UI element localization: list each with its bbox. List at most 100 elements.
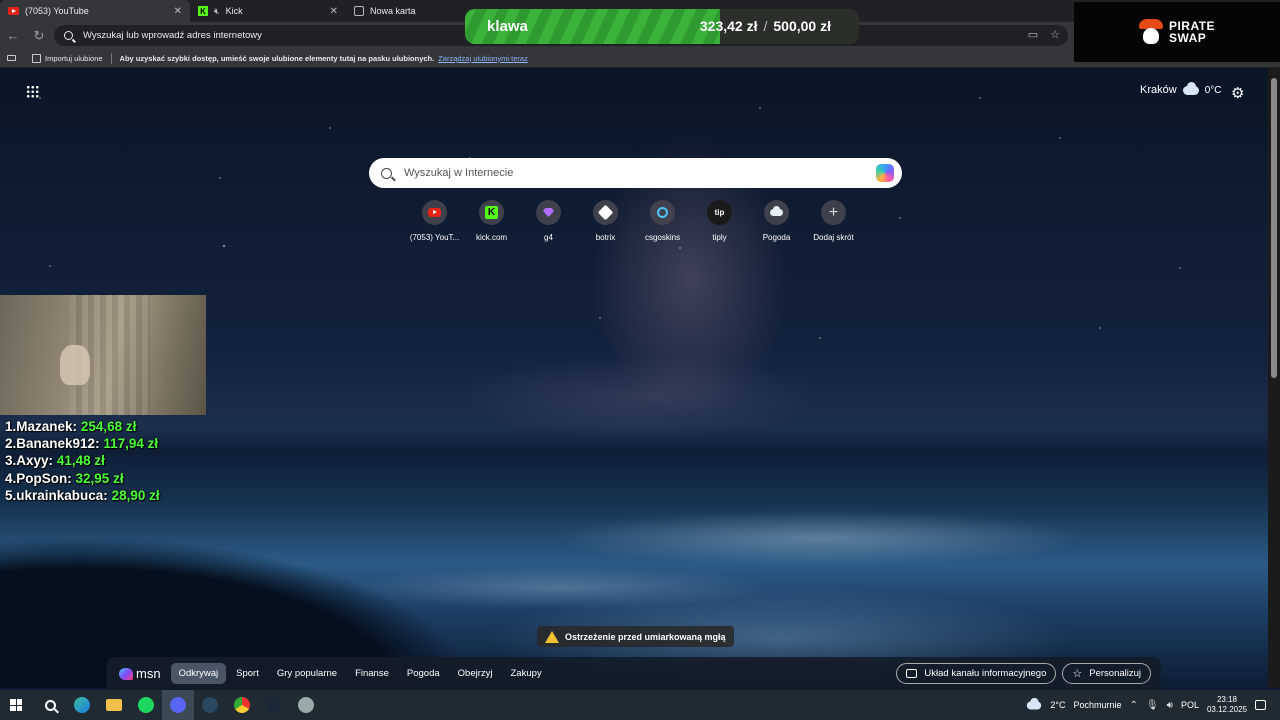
donor-amount: 41,48 zł [56, 453, 105, 469]
chrome-like-icon[interactable] [226, 690, 258, 720]
scrollbar[interactable] [1268, 68, 1280, 688]
app-icon[interactable] [290, 690, 322, 720]
sparkle-icon: ☆ [1072, 668, 1083, 680]
shortcut-g4[interactable]: g4 [520, 200, 577, 242]
apps-grid-icon[interactable] [26, 85, 39, 98]
msn-tab-pogoda[interactable]: Pogoda [399, 663, 448, 684]
msn-tab-obejrzyj[interactable]: Obejrzyj [450, 663, 501, 684]
donor-amount: 28,90 zł [111, 487, 160, 503]
weather-cloud-icon [1027, 697, 1042, 710]
start-button[interactable] [10, 699, 22, 711]
shortcuts-row: (7053) YouT... K kick.com g4 botrix csgo… [406, 200, 862, 242]
import-label: Importuj ulubione [45, 53, 103, 63]
kick-icon: K [198, 6, 208, 16]
copilot-icon[interactable] [876, 164, 894, 182]
shortcut-tile [650, 200, 675, 225]
feed-layout-button[interactable]: Układ kanału informacyjnego [896, 663, 1057, 684]
mute-icon[interactable]: 🔇︎ [214, 6, 220, 17]
system-tray: 2°C Pochmurnie ⌃ 🎙︎ 🔊︎ POL 23:18 03.12.2… [1026, 690, 1280, 720]
shortcut-tile [536, 200, 561, 225]
clock[interactable]: 23:18 03.12.2025 [1207, 695, 1247, 715]
rank: 5. [5, 487, 17, 503]
shortcut-kick[interactable]: K kick.com [463, 200, 520, 242]
plus-icon: + [828, 203, 839, 221]
taskbar-condition[interactable]: Pochmurnie [1074, 700, 1122, 710]
youtube-icon [8, 7, 19, 15]
favorite-star-icon[interactable]: ☆ [1050, 28, 1060, 41]
import-favorites-button[interactable]: Importuj ulubione [32, 53, 103, 63]
donation-current: 323,42 zł [699, 18, 758, 34]
discord-app-icon[interactable] [162, 690, 194, 720]
donor-amount: 254,68 zł [80, 419, 137, 434]
shortcut-botrix[interactable]: botrix [577, 200, 634, 242]
personalize-button[interactable]: ☆ Personalizuj [1062, 663, 1151, 684]
donor-name: Bananek912: [16, 436, 100, 452]
tab-kick[interactable]: K 🔇︎ Kick ✕ [190, 0, 346, 22]
leaderboard-row: 2.Bananek912: 117,94 zł [5, 435, 160, 452]
back-icon[interactable]: ← [0, 28, 26, 43]
volume-icon[interactable]: 🔊︎ [1167, 700, 1173, 711]
clock-date: 03.12.2025 [1206, 705, 1247, 714]
language-indicator[interactable]: POL [1181, 700, 1199, 710]
donation-separator: / [763, 18, 768, 34]
settings-gear-icon[interactable]: ⚙ [1231, 84, 1244, 102]
botrix-icon [597, 204, 614, 221]
shortcut-csgoskins[interactable]: csgoskins [634, 200, 691, 242]
taskbar-search-button[interactable] [34, 690, 66, 720]
msn-logo[interactable]: msn [119, 666, 161, 681]
donor-leaderboard: 1.Mazanek: 254,68 zł 2.Bananek912: 117,9… [5, 418, 160, 504]
tab-label: Nowa karta [370, 6, 416, 16]
taskbar-temperature[interactable]: 2°C [1050, 700, 1065, 710]
shortcut-tiply[interactable]: tip tiply [691, 200, 748, 242]
rank: 4. [5, 470, 17, 486]
shortcut-tile [593, 200, 618, 225]
manage-favorites-link[interactable]: Zarządzaj ulubionymi teraz [438, 54, 528, 63]
shortcut-youtube[interactable]: (7053) YouT... [406, 200, 463, 242]
web-search-input[interactable]: Wyszukaj w Internecie [369, 158, 902, 188]
steam-icon-2[interactable] [258, 690, 290, 720]
shortcut-tile: tip [707, 200, 732, 225]
refresh-icon[interactable]: ↻ [26, 28, 52, 44]
fog-warning-badge[interactable]: Ostrzeżenie przed umiarkowaną mgłą [537, 626, 734, 647]
steam-icon[interactable] [194, 690, 226, 720]
notifications-icon[interactable] [1255, 700, 1266, 710]
edge-app-icon[interactable] [66, 690, 98, 720]
donation-target: 500,00 zł [773, 18, 831, 34]
msn-tab-zakupy[interactable]: Zakupy [503, 663, 550, 684]
close-icon[interactable]: ✕ [330, 6, 338, 17]
msn-tab-sport[interactable]: Sport [228, 663, 267, 684]
divider [110, 52, 112, 64]
shortcut-pogoda[interactable]: Pogoda [748, 200, 805, 242]
donation-goal-name: klawa [487, 18, 528, 35]
file-explorer-icon[interactable] [98, 690, 130, 720]
search-icon [44, 699, 56, 711]
msn-tab-gry-popularne[interactable]: Gry popularne [269, 663, 345, 684]
shortcut-label: kick.com [475, 233, 508, 242]
reader-view-icon[interactable]: ▭ [1028, 28, 1038, 41]
weather-widget[interactable]: Kraków 0°C [1140, 81, 1222, 96]
tab-youtube[interactable]: (7053) YouTube ✕ [0, 0, 190, 22]
rank: 3. [5, 453, 17, 469]
shortcut-label: botrix [595, 233, 616, 242]
spotify-icon[interactable] [130, 690, 162, 720]
donor-name: Mazanek: [16, 419, 78, 434]
msn-tab-finanse[interactable]: Finanse [347, 663, 397, 684]
shortcut-tile [422, 200, 447, 225]
gem-icon [543, 208, 554, 217]
feed-layout-label: Układ kanału informacyjnego [924, 668, 1047, 679]
clock-time: 23:18 [1216, 695, 1237, 704]
chevron-up-icon[interactable]: ⌃ [1130, 700, 1138, 711]
shortcut-label: (7053) YouT... [409, 233, 460, 242]
donor-name: Axyy: [16, 453, 54, 469]
msn-tab-odkrywaj[interactable]: Odkrywaj [170, 663, 227, 684]
donor-amount: 32,95 zł [75, 470, 124, 486]
shortcut-label: tiply [712, 233, 727, 242]
sponsor-text: PIRATE SWAP [1169, 20, 1215, 44]
scrollbar-thumb[interactable] [1271, 78, 1277, 378]
location: Kraków [1140, 84, 1177, 96]
microphone-icon[interactable]: 🎙︎ [1146, 700, 1159, 711]
close-icon[interactable]: ✕ [174, 6, 182, 17]
add-shortcut-button[interactable]: + Dodaj skrót [805, 200, 862, 242]
tab-label: Kick [225, 6, 243, 16]
temperature: 0°C [1204, 84, 1222, 96]
